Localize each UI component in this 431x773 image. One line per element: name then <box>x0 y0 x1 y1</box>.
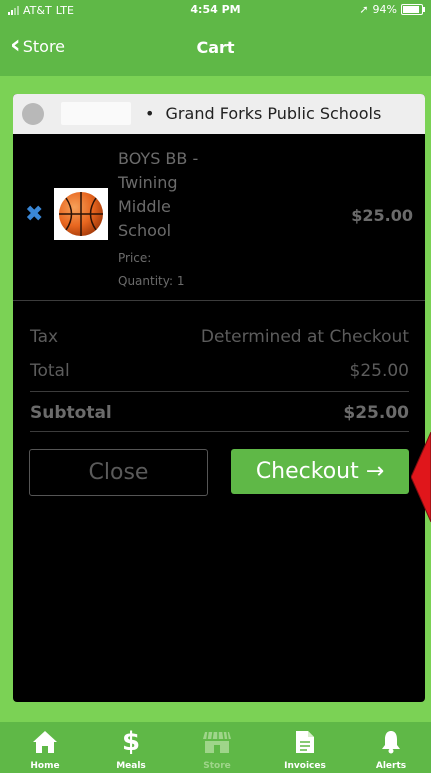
divider <box>13 300 425 301</box>
item-name-line: BOYS BB - <box>118 149 199 168</box>
tab-label: Store <box>203 761 231 771</box>
nav-bar: ‹ Store Cart <box>0 20 431 76</box>
tax-label: Tax <box>30 327 59 347</box>
redacted-text <box>61 102 131 125</box>
cart-card: • Grand Forks Public Schools ✖ BOYS BB -… <box>13 94 425 702</box>
store-icon <box>203 731 231 753</box>
annotation-arrow-icon <box>411 432 431 522</box>
subtotal-row: Subtotal $25.00 <box>30 403 409 423</box>
item-name: BOYS BB - Twining Middle School <box>118 147 218 243</box>
cart-item: ✖ BOYS BB - Twining Middle School Price:… <box>13 134 425 301</box>
total-row: Total $25.00 <box>30 361 409 381</box>
tab-label: Alerts <box>375 761 407 771</box>
basketball-icon <box>54 188 108 240</box>
tab-invoices[interactable]: Invoices <box>262 722 348 773</box>
battery-icon <box>401 4 425 15</box>
item-name-line: Middle <box>118 197 171 216</box>
home-icon <box>33 731 57 753</box>
tab-label: Invoices <box>284 761 326 771</box>
tab-label: Meals <box>116 761 146 771</box>
bullet: • <box>145 104 155 123</box>
location-icon: ➚ <box>359 3 369 16</box>
bell-icon <box>382 731 400 754</box>
item-price: $25.00 <box>351 206 413 225</box>
tax-row: Tax Determined at Checkout <box>30 327 409 347</box>
district-label: • Grand Forks Public Schools <box>145 104 381 123</box>
item-meta: Price: Quantity: 1 <box>118 247 184 293</box>
document-icon <box>296 731 314 753</box>
tab-meals[interactable]: $ Meals <box>88 722 174 773</box>
battery-percent: 94% <box>372 3 397 16</box>
status-bar: AT&T LTE 4:54 PM ➚ 94% <box>0 0 431 20</box>
tab-store[interactable]: Store <box>174 722 260 773</box>
district-header: • Grand Forks Public Schools <box>13 94 425 134</box>
total-value: $25.00 <box>349 361 409 381</box>
quantity-label: Quantity: 1 <box>118 274 185 288</box>
district-radio[interactable] <box>22 103 44 125</box>
item-name-line: Twining <box>118 173 178 192</box>
remove-item-icon[interactable]: ✖ <box>25 202 43 227</box>
checkout-button[interactable]: Checkout → <box>231 449 409 494</box>
tab-bar: Home $ Meals Store Invoices Alerts <box>0 722 431 773</box>
total-label: Total <box>30 361 70 381</box>
page-title: Cart <box>196 38 235 57</box>
tax-value: Determined at Checkout <box>200 327 409 347</box>
subtotal-value: $25.00 <box>343 403 409 423</box>
tab-alerts[interactable]: Alerts <box>348 722 431 773</box>
dollar-icon: $ <box>121 727 141 757</box>
district-name: Grand Forks Public Schools <box>165 104 382 123</box>
divider <box>30 431 409 432</box>
subtotal-label: Subtotal <box>30 403 112 423</box>
divider <box>30 391 409 392</box>
tab-label: Home <box>30 761 60 771</box>
status-right: ➚ 94% <box>359 3 425 16</box>
price-label: Price: <box>118 251 152 265</box>
item-name-line: School <box>118 221 172 240</box>
close-button[interactable]: Close <box>29 449 208 496</box>
tab-home[interactable]: Home <box>2 722 88 773</box>
